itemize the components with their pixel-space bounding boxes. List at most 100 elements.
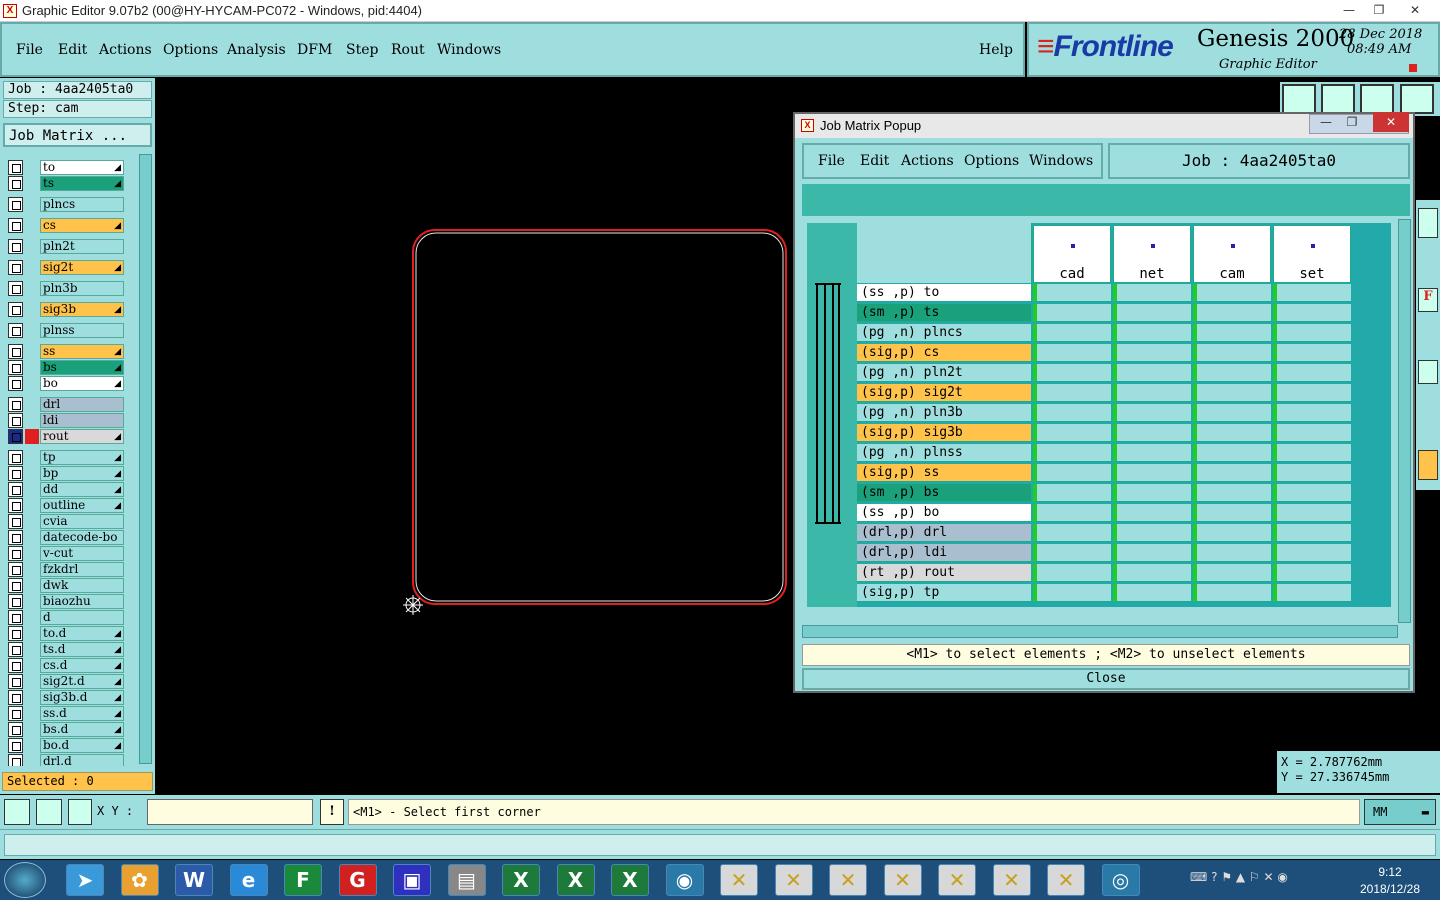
matrix-cell[interactable] — [1033, 464, 1111, 482]
layer-checkbox[interactable] — [8, 546, 23, 561]
matrix-layer-label[interactable]: (sm ,p) ts — [857, 304, 1031, 322]
layer-checkbox[interactable] — [8, 626, 23, 641]
close-button[interactable]: Close — [802, 668, 1410, 690]
matrix-cell[interactable] — [1033, 504, 1111, 522]
matrix-cell[interactable] — [1273, 524, 1351, 542]
matrix-cell[interactable] — [1273, 344, 1351, 362]
layer-row-ts.d[interactable]: ts.d ◢ — [8, 642, 124, 657]
matrix-cell[interactable] — [1113, 304, 1191, 322]
excel-icon-3[interactable]: X — [611, 864, 649, 896]
app-window-3[interactable]: ✕ — [829, 864, 867, 896]
layer-label[interactable]: cs ◢ — [40, 218, 124, 233]
layer-checkbox[interactable] — [8, 360, 23, 375]
layer-checkbox[interactable] — [8, 530, 23, 545]
layer-label[interactable]: fzkdrl — [40, 562, 124, 577]
bird-icon[interactable]: ➤ — [66, 864, 104, 896]
layer-row-to[interactable]: to ◢ — [8, 160, 124, 175]
layer-label[interactable]: dd ◢ — [40, 482, 124, 497]
matrix-layer-label[interactable]: (sig,p) sig3b — [857, 424, 1031, 442]
matrix-layer-label[interactable]: (sig,p) tp — [857, 584, 1031, 602]
start-button[interactable] — [4, 862, 46, 898]
popup-menu-file[interactable]: File — [818, 153, 845, 169]
layer-label[interactable]: sig3b ◢ — [40, 302, 124, 317]
matrix-cell[interactable] — [1193, 424, 1271, 442]
tool-f-icon[interactable]: F — [1418, 288, 1438, 312]
layer-label[interactable]: v-cut — [40, 546, 124, 561]
matrix-cell[interactable] — [1113, 564, 1191, 582]
matrix-cell[interactable] — [1273, 284, 1351, 302]
matrix-cell[interactable] — [1033, 384, 1111, 402]
matrix-cell[interactable] — [1193, 484, 1271, 502]
matrix-cell[interactable] — [1193, 344, 1271, 362]
word-icon[interactable]: W — [175, 864, 213, 896]
matrix-layer-label[interactable]: (sig,p) sig2t — [857, 384, 1031, 402]
layer-row-ss[interactable]: ss ◢ — [8, 344, 124, 359]
layer-checkbox[interactable] — [8, 722, 23, 737]
matrix-layer-label[interactable]: (pg ,n) pln2t — [857, 364, 1031, 382]
matrix-cell[interactable] — [1273, 424, 1351, 442]
layer-label[interactable]: bs.d ◢ — [40, 722, 124, 737]
tool-measure-icon[interactable] — [1418, 360, 1438, 384]
layer-label[interactable]: drl.d — [40, 754, 124, 766]
layer-checkbox[interactable] — [8, 498, 23, 513]
layer-row-drl[interactable]: drl — [8, 397, 124, 412]
layer-row-outline[interactable]: outline ◢ — [8, 498, 124, 513]
matrix-cell[interactable] — [1113, 524, 1191, 542]
matrix-cell[interactable] — [1113, 584, 1191, 602]
matrix-layer-label[interactable]: (drl,p) ldi — [857, 544, 1031, 562]
layer-checkbox[interactable] — [8, 302, 23, 317]
menu-file[interactable]: File — [16, 42, 43, 58]
app-window-4[interactable]: ✕ — [883, 864, 922, 896]
layer-label[interactable]: to ◢ — [40, 160, 124, 175]
matrix-cell[interactable] — [1113, 284, 1191, 302]
matrix-layer-label[interactable]: (ss ,p) bo — [857, 504, 1031, 522]
matrix-cell[interactable] — [1033, 324, 1111, 342]
layer-label[interactable]: bo.d ◢ — [40, 738, 124, 753]
tool-save-icon[interactable] — [1321, 84, 1355, 114]
layer-row-sig2t.d[interactable]: sig2t.d ◢ — [8, 674, 124, 689]
layer-checkbox[interactable] — [8, 160, 23, 175]
layer-row-bo.d[interactable]: bo.d ◢ — [8, 738, 124, 753]
matrix-cell[interactable] — [1193, 584, 1271, 602]
layer-label[interactable]: tp ◢ — [40, 450, 124, 465]
layer-row-bp[interactable]: bp ◢ — [8, 466, 124, 481]
xy-input[interactable] — [147, 799, 313, 825]
layer-row-sig3b[interactable]: sig3b ◢ — [8, 302, 124, 317]
layer-scrollbar[interactable] — [139, 154, 152, 764]
matrix-cell[interactable] — [1113, 504, 1191, 522]
layer-row-drl.d[interactable]: drl.d — [8, 754, 124, 766]
matrix-cell[interactable] — [1273, 464, 1351, 482]
layer-label[interactable]: bs ◢ — [40, 360, 124, 375]
layer-checkbox[interactable] — [8, 397, 23, 412]
scanner-icon[interactable]: ▤ — [447, 864, 486, 896]
matrix-cell[interactable] — [1033, 544, 1111, 562]
layer-row-dwk[interactable]: dwk — [8, 578, 124, 593]
layer-checkbox[interactable] — [8, 176, 23, 191]
matrix-cell[interactable] — [1113, 424, 1191, 442]
layer-row-tp[interactable]: tp ◢ — [8, 450, 124, 465]
grid-icon[interactable] — [68, 799, 92, 825]
shell-icon[interactable]: ✿ — [120, 864, 159, 896]
step-header-cad[interactable]: cad — [1033, 225, 1111, 283]
layer-label[interactable]: cs.d ◢ — [40, 658, 124, 673]
matrix-cell[interactable] — [1033, 564, 1111, 582]
zoom-fit-icon[interactable] — [4, 799, 30, 825]
tool-home-icon[interactable] — [1282, 84, 1316, 114]
layer-checkbox[interactable] — [8, 260, 23, 275]
matrix-cell[interactable] — [1113, 444, 1191, 462]
app-window-7[interactable]: ✕ — [1047, 864, 1085, 896]
layer-label[interactable]: ts.d ◢ — [40, 642, 124, 657]
matrix-cell[interactable] — [1193, 544, 1271, 562]
app-window-5[interactable]: ✕ — [938, 864, 976, 896]
layer-label[interactable]: to.d ◢ — [40, 626, 124, 641]
layer-checkbox[interactable] — [8, 344, 23, 359]
layer-label[interactable]: bo ◢ — [40, 376, 124, 391]
matrix-cell[interactable] — [1033, 584, 1111, 602]
layer-checkbox[interactable] — [8, 690, 23, 705]
layer-checkbox[interactable] — [8, 197, 23, 212]
layer-checkbox[interactable] — [8, 658, 23, 673]
layer-row-ts[interactable]: ts ◢ — [8, 176, 124, 191]
layer-label[interactable]: drl — [40, 397, 124, 412]
matrix-cell[interactable] — [1113, 464, 1191, 482]
matrix-cell[interactable] — [1033, 524, 1111, 542]
